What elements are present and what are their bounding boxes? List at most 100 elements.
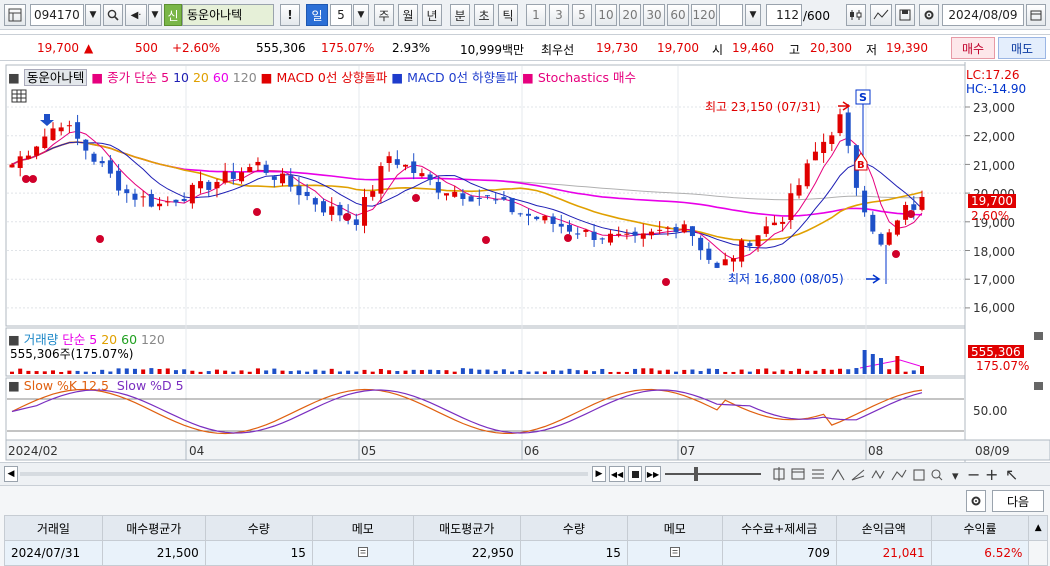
candle-body (706, 248, 712, 260)
candle-body (616, 233, 622, 235)
stock-chart[interactable]: 23,000 22,000 21,000 20,000 19,000 18,00… (0, 62, 1050, 462)
pane-maximize-icon[interactable] (1034, 382, 1043, 390)
period-week-button[interactable]: 주 (374, 4, 394, 26)
buy-button[interactable]: 매수 (951, 37, 995, 59)
panel-settings-gear-icon[interactable] (966, 490, 986, 512)
horizontal-scrollbar[interactable] (20, 472, 588, 476)
stop-icon[interactable] (628, 466, 642, 482)
shape-icon[interactable] (913, 469, 925, 481)
interval-1-button[interactable]: 1 (526, 4, 546, 26)
interval-20-button[interactable]: 20 (619, 4, 641, 26)
candle-body (739, 240, 745, 262)
period-year-button[interactable]: 년 (422, 4, 442, 26)
sound-icon[interactable]: ◀· (125, 4, 147, 26)
scroll-left-icon[interactable]: ◀ (4, 466, 18, 482)
period-day-button[interactable]: 일 (306, 4, 328, 26)
count-input[interactable]: 112 (766, 4, 802, 26)
candle-body (419, 173, 425, 177)
data-table-icon[interactable] (11, 89, 27, 103)
candle-body (255, 161, 261, 166)
window-icon[interactable] (791, 468, 805, 480)
calendar-icon[interactable] (1026, 4, 1046, 26)
zoom-icon[interactable] (931, 469, 943, 481)
period-value-field[interactable]: 5 (330, 4, 352, 26)
play-icon[interactable]: ▶ (592, 466, 606, 482)
date-input[interactable]: 2024/08/09 (942, 4, 1024, 26)
next-button[interactable]: 다음 (992, 490, 1044, 512)
zoom-slider[interactable] (665, 473, 761, 475)
stock-code-input[interactable]: 094170 (30, 4, 84, 26)
open-price: 19,460 (732, 41, 774, 55)
candle-body (206, 181, 212, 190)
interval-120-button[interactable]: 120 (691, 4, 717, 26)
legend-ma10: 10 (173, 70, 189, 85)
memo-icon[interactable] (311, 540, 414, 566)
sound-dropdown-icon[interactable]: ▼ (148, 4, 162, 26)
save-icon[interactable] (895, 4, 915, 26)
zoom-slider-handle[interactable] (694, 467, 698, 481)
sell-button[interactable]: 매도 (998, 37, 1046, 59)
legend-ma60: 60 (212, 70, 229, 85)
candle-body (468, 196, 474, 202)
interval-dropdown-icon[interactable]: ▼ (745, 4, 761, 26)
stock-name-field[interactable]: 동운아나텍 (182, 4, 274, 26)
legend-ma20: 20 (192, 70, 209, 85)
period-tick-button[interactable]: 틱 (498, 4, 518, 26)
stoch-k-label[interactable]: Slow %K 12,5 (24, 378, 109, 393)
period-second-button[interactable]: 초 (474, 4, 494, 26)
screen-menu-icon[interactable] (4, 4, 26, 26)
trade-table: 거래일 매수평균가 수량 메모 매도평균가 수량 메모 수수료+제세금 손익금액… (4, 515, 1048, 566)
pattern-icon[interactable] (891, 469, 907, 481)
fan-icon[interactable] (851, 469, 865, 481)
interval-3-button[interactable]: 3 (549, 4, 569, 26)
volume-bar (559, 370, 564, 374)
zoom-in-icon[interactable]: + (985, 466, 998, 484)
line-icon[interactable] (831, 468, 845, 481)
wave-icon[interactable] (871, 469, 885, 480)
settings-gear-icon[interactable] (919, 4, 939, 26)
legend-macd-up[interactable]: MACD 0선 상향돌파 (276, 70, 387, 85)
volume-bar (50, 370, 55, 374)
memo-icon[interactable] (626, 540, 723, 566)
table-scroll-up-icon[interactable]: ▲ (1028, 515, 1048, 541)
volume-bar (854, 368, 859, 374)
legend-ma-label[interactable]: 종가 단순 (107, 70, 157, 85)
candle-body (173, 199, 179, 203)
fibo-icon[interactable] (812, 469, 824, 479)
code-dropdown-icon[interactable]: ▼ (85, 4, 101, 26)
expand-arrow-icon[interactable]: ↖ (1005, 466, 1018, 484)
fast-forward-icon[interactable]: ▶▶ (645, 466, 661, 482)
table-row[interactable]: 2024/07/31 21,500 15 22,950 15 709 21,04… (4, 540, 1048, 566)
interval-10-button[interactable]: 10 (595, 4, 617, 26)
candle-body (83, 139, 89, 151)
volume-ratio: 175.07% (321, 41, 375, 55)
period-month-button[interactable]: 월 (398, 4, 418, 26)
candle-body (362, 197, 368, 226)
pane-maximize-icon[interactable] (1034, 332, 1043, 340)
volume-bar (428, 369, 433, 374)
search-icon[interactable] (103, 4, 123, 26)
legend-stock-name[interactable]: 동운아나텍 (23, 69, 88, 86)
zoom-out-icon[interactable]: − (967, 466, 980, 484)
crosshair-icon[interactable] (773, 467, 785, 481)
zoom-dropdown-icon[interactable]: ▾ (952, 469, 959, 484)
interval-60-button[interactable]: 60 (667, 4, 689, 26)
col-header: 매수평균가 (101, 515, 206, 541)
interval-30-button[interactable]: 30 (643, 4, 665, 26)
rewind-icon[interactable]: ◀◀ (609, 466, 625, 482)
legend-macd-down[interactable]: MACD 0선 하향돌파 (407, 70, 518, 85)
period-minute-button[interactable]: 분 (450, 4, 470, 26)
alert-button[interactable]: ! (280, 4, 300, 26)
period-dropdown-icon[interactable]: ▼ (353, 4, 369, 26)
stoch-d-label[interactable]: Slow %D 5 (117, 378, 184, 393)
chart-tool-icon[interactable] (846, 4, 866, 26)
volume-bar (895, 356, 900, 374)
interval-custom-field[interactable] (719, 4, 743, 26)
interval-5-button[interactable]: 5 (572, 4, 592, 26)
legend-stoch-buy[interactable]: Stochastics 매수 (538, 70, 636, 85)
candle-body (747, 243, 753, 247)
volume-bar (493, 370, 498, 374)
price-change-pct: +2.60% (172, 41, 221, 55)
trend-tool-icon[interactable] (870, 4, 892, 26)
candle-body (722, 259, 728, 266)
